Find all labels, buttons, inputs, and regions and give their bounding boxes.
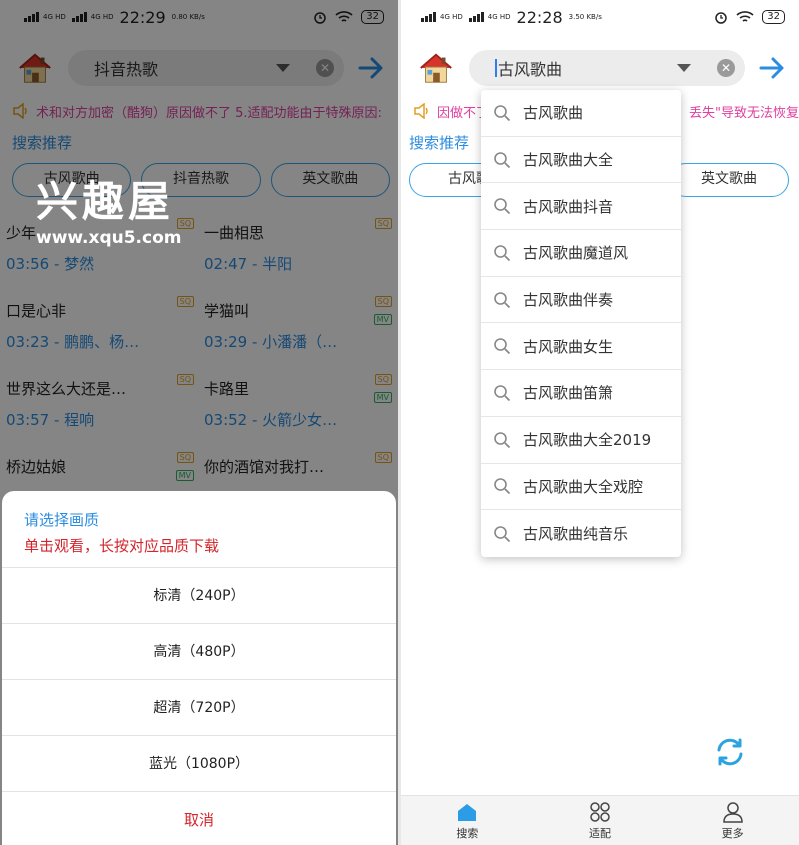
suggestion-item[interactable]: 古风歌曲抖音 [481, 183, 681, 231]
search-icon [494, 525, 511, 542]
nav-label: 适配 [589, 826, 611, 840]
signal-icon [468, 12, 484, 22]
notice-text: 丢失"导致无法恢复 [689, 105, 799, 121]
wifi-icon [736, 11, 754, 22]
search-icon [494, 478, 511, 495]
home-icon [458, 803, 477, 821]
suggestion-item[interactable]: 古风歌曲大全 [481, 137, 681, 184]
suggestion-item[interactable]: 古风歌曲笛箫 [481, 370, 681, 417]
home-logo-icon[interactable] [417, 49, 455, 87]
suggestion-label: 古风歌曲抖音 [523, 197, 614, 216]
dropdown-caret-icon[interactable] [677, 64, 691, 72]
alarm-icon [715, 12, 728, 24]
search-icon [494, 245, 511, 262]
go-arrow-icon[interactable] [757, 53, 787, 83]
quality-option-1080p[interactable]: 蓝光（1080P） [2, 735, 396, 791]
user-icon [722, 801, 743, 823]
suggestion-label: 古风歌曲伴奏 [523, 291, 614, 310]
search-icon [494, 198, 511, 215]
battery-icon: 32 [762, 10, 785, 24]
network-type: 4G HD [440, 13, 463, 21]
watermark-title: 兴趣屋 [36, 177, 175, 226]
nav-label: 搜索 [456, 826, 479, 840]
search-icon [494, 291, 511, 308]
sheet-subtitle: 单击观看，长按对应品质下载 [24, 537, 220, 555]
suggestion-item[interactable]: 古风歌曲伴奏 [481, 277, 681, 324]
recommend-title: 搜索推荐 [409, 134, 470, 152]
net-speed: 3.50 KB/s [568, 13, 602, 21]
quality-option-240p[interactable]: 标清（240P） [2, 567, 396, 623]
refresh-icon[interactable] [713, 735, 747, 769]
search-icon [494, 151, 511, 168]
right-screen: 4G HD 4G HD 22:28 3.50 KB/s 32 古风歌曲 ✕ 因做… [401, 0, 799, 845]
nav-adapt[interactable]: 适配 [534, 796, 667, 845]
suggestion-item[interactable]: 古风歌曲女生 [481, 323, 681, 371]
suggestion-label: 古风歌曲大全戏腔 [523, 477, 644, 496]
bottom-nav: 搜索 适配 更多 [401, 795, 799, 845]
suggestion-item[interactable]: 古风歌曲大全戏腔 [481, 464, 681, 511]
search-header: 古风歌曲 ✕ [401, 44, 799, 92]
suggestion-label: 古风歌曲大全 [523, 151, 614, 170]
suggestion-item[interactable]: 古风歌曲纯音乐 [481, 510, 681, 557]
suggestion-label: 古风歌曲 [523, 104, 584, 123]
text-cursor [495, 59, 497, 77]
left-screen: 4G HD 4G HD 22:29 0.80 KB/s 32 抖音热歌 ✕ 术和… [0, 0, 398, 845]
suggestion-dropdown: 古风歌曲 古风歌曲大全 古风歌曲抖音 古风歌曲魔道风 古风歌曲伴奏 古风歌曲女生… [481, 90, 681, 557]
quality-sheet: 请选择画质 单击观看，长按对应品质下载 标清（240P） 高清（480P） 超清… [2, 491, 396, 845]
nav-more[interactable]: 更多 [666, 796, 799, 845]
search-icon [494, 105, 511, 121]
status-bar: 4G HD 4G HD 22:28 3.50 KB/s 32 [401, 0, 799, 34]
search-input-value: 古风歌曲 [498, 60, 563, 79]
pill-button[interactable]: 英文歌曲 [669, 163, 789, 197]
suggestion-label: 古风歌曲笛箫 [523, 384, 614, 403]
search-icon [494, 431, 511, 448]
suggestion-item[interactable]: 古风歌曲大全2019 [481, 417, 681, 464]
clear-icon[interactable]: ✕ [717, 59, 735, 77]
suggestion-label: 古风歌曲魔道风 [523, 244, 629, 263]
suggestion-item[interactable]: 古风歌曲魔道风 [481, 230, 681, 277]
search-input[interactable]: 古风歌曲 ✕ [469, 50, 745, 86]
search-icon [494, 385, 511, 402]
cancel-button[interactable]: 取消 [2, 791, 396, 845]
grid-icon [590, 801, 610, 822]
clock: 22:28 [516, 7, 563, 27]
nav-search[interactable]: 搜索 [401, 796, 534, 845]
suggestion-label: 古风歌曲女生 [523, 337, 614, 356]
suggestion-label: 古风歌曲纯音乐 [523, 525, 629, 544]
watermark-logo: 兴趣屋 www.xqu5.com [36, 177, 182, 249]
network-type: 4G HD [487, 13, 511, 21]
signal-icon [421, 12, 436, 22]
quality-option-720p[interactable]: 超清（720P） [2, 679, 396, 735]
search-icon [494, 338, 511, 355]
sheet-title: 请选择画质 [24, 511, 100, 529]
nav-label: 更多 [721, 826, 744, 840]
suggestion-item[interactable]: 古风歌曲 [481, 90, 681, 137]
quality-option-480p[interactable]: 高清（480P） [2, 623, 396, 679]
suggestion-label: 古风歌曲大全2019 [523, 431, 652, 450]
watermark-url: www.xqu5.com [36, 228, 182, 248]
speaker-icon [414, 103, 428, 119]
